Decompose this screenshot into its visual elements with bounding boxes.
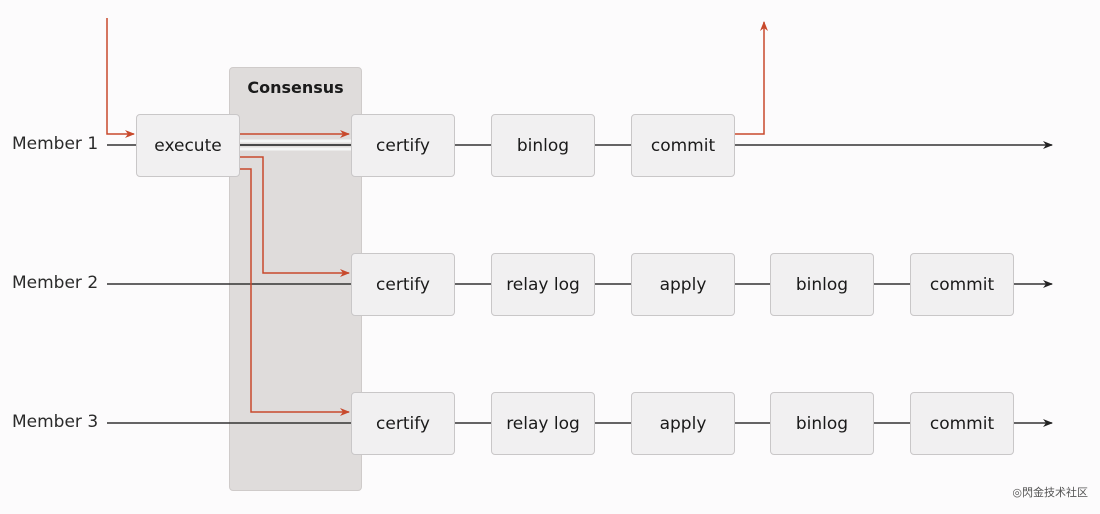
m1-execute-box: execute: [136, 114, 240, 177]
m2-apply-box: apply: [631, 253, 735, 316]
group-replication-diagram: Consensus Member 1 Member 2 Member 3 exe…: [0, 0, 1100, 514]
execute-to-certify-m3-arrow: [240, 168, 350, 416]
commit-response-arrow: [735, 21, 768, 135]
m2-commit-box: commit: [910, 253, 1014, 316]
execute-to-certify-m2-arrow: [240, 156, 350, 277]
watermark: ◎閃金技术社区: [1012, 486, 1088, 499]
m1-commit-box: commit: [631, 114, 735, 177]
m3-commit-box: commit: [910, 392, 1014, 455]
m2-binlog-box: binlog: [770, 253, 874, 316]
incoming-transaction-arrow: [106, 18, 135, 138]
member-3-label: Member 3: [12, 412, 99, 432]
m3-certify-box: certify: [351, 392, 455, 455]
m1-binlog-box: binlog: [491, 114, 595, 177]
m3-binlog-box: binlog: [770, 392, 874, 455]
m3-relay-log-box: relay log: [491, 392, 595, 455]
member-1-label: Member 1: [12, 134, 99, 154]
m1-certify-box: certify: [351, 114, 455, 177]
member-2-label: Member 2: [12, 273, 99, 293]
m2-certify-box: certify: [351, 253, 455, 316]
m2-relay-log-box: relay log: [491, 253, 595, 316]
m3-apply-box: apply: [631, 392, 735, 455]
